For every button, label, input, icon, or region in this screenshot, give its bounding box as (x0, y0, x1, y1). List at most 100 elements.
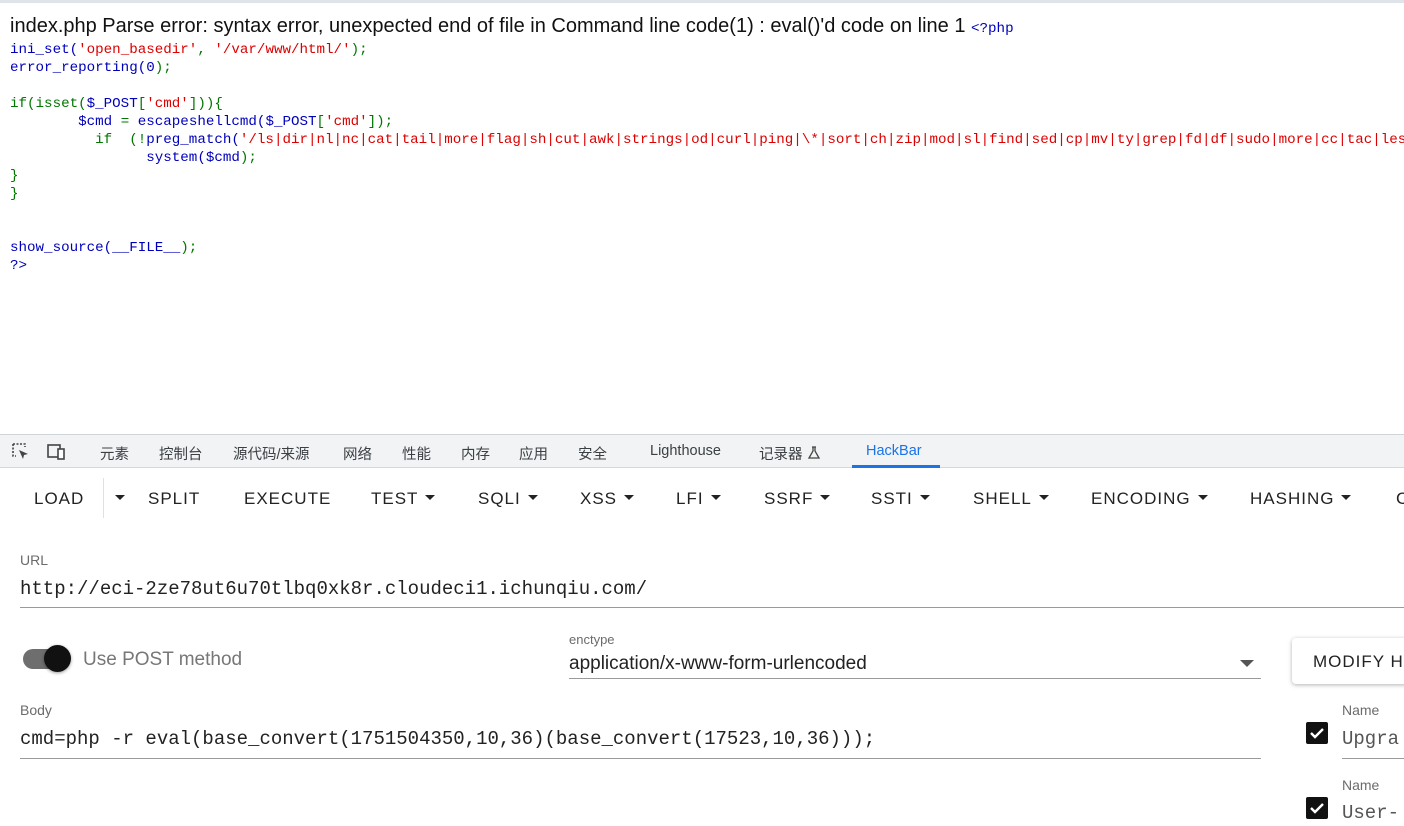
modify-header-button[interactable]: MODIFY H (1292, 638, 1404, 684)
devtools-panel: 元素 控制台 源代码/来源 网络 性能 内存 应用 安全 Lighthouse … (0, 434, 1404, 826)
post-method-label: Use POST method (83, 649, 243, 670)
tab-sources[interactable]: 源代码/来源 (233, 443, 310, 464)
header-2-name-label: Name (1342, 777, 1380, 793)
code-brace: } (10, 168, 19, 184)
chevron-down-icon (115, 495, 125, 501)
code-if-isset: if(isset( (10, 96, 87, 112)
chevron-down-icon (527, 495, 538, 501)
code-regex-string: '/ls|dir|nl|nc|cat|tail|more|flag|sh|cut… (239, 132, 1404, 148)
active-tab-indicator (852, 465, 940, 468)
tab-recorder-label: 记录器 (759, 447, 803, 463)
load-button[interactable]: LOAD (34, 489, 84, 509)
url-input[interactable]: http://eci-2ze78ut6u70tlbq0xk8r.cloudeci… (20, 578, 647, 600)
chevron-down-icon (1038, 495, 1049, 501)
code-error-reporting: error_reporting( (10, 60, 147, 76)
php-error-line: index.php Parse error: syntax error, une… (10, 15, 1014, 38)
tab-security[interactable]: 安全 (578, 443, 607, 464)
code-if: if (! (95, 132, 147, 148)
ssrf-menu-button[interactable]: SSRF (764, 489, 831, 509)
xss-menu-button[interactable]: XSS (580, 489, 635, 509)
enctype-label: enctype (569, 632, 615, 647)
lfi-label: LFI (676, 489, 704, 508)
code-punct: ); (180, 240, 198, 256)
code-punct: ); (239, 150, 257, 166)
header-2-checkbox[interactable] (1306, 797, 1328, 819)
sqli-label: SQLI (478, 489, 521, 508)
code-string: 'cmd' (325, 114, 368, 130)
tab-lighthouse[interactable]: Lighthouse (650, 443, 721, 459)
sqli-menu-button[interactable]: SQLI (478, 489, 538, 509)
code-punct: ]); (367, 114, 394, 130)
code-number: 0 (146, 60, 155, 76)
tab-hackbar[interactable]: HackBar (866, 443, 922, 459)
code-punct: = (112, 114, 138, 130)
chevron-down-icon (820, 495, 831, 501)
code-string: 'open_basedir' (78, 42, 198, 58)
chevron-down-icon (425, 495, 436, 501)
test-menu-button[interactable]: TEST (371, 489, 436, 509)
body-input[interactable]: cmd=php -r eval(base_convert(1751504350,… (20, 728, 875, 750)
ssti-menu-button[interactable]: SSTI (871, 489, 930, 509)
tab-console[interactable]: 控制台 (159, 443, 203, 464)
dropdown-arrow-icon[interactable] (1240, 660, 1254, 667)
code-preg-match: preg_match( (146, 132, 240, 148)
tab-elements[interactable]: 元素 (100, 443, 129, 464)
xss-label: XSS (580, 489, 618, 508)
code-brace: } (10, 186, 19, 202)
code-punct: ); (154, 60, 172, 76)
chevron-down-icon (919, 495, 930, 501)
php-open-tag: <?php (971, 21, 1014, 37)
shell-label: SHELL (973, 489, 1032, 508)
code-variable: $_POST (86, 96, 138, 112)
inspect-element-icon[interactable] (11, 442, 31, 462)
hashing-menu-button[interactable]: HASHING (1250, 489, 1352, 509)
shell-menu-button[interactable]: SHELL (973, 489, 1049, 509)
hashing-label: HASHING (1250, 489, 1335, 508)
code-variable: $cmd (78, 114, 113, 130)
code-variable: $_POST (265, 114, 317, 130)
split-button[interactable]: SPLIT (148, 489, 200, 509)
body-underline (20, 758, 1261, 759)
chevron-down-icon (624, 495, 635, 501)
execute-button[interactable]: EXECUTE (244, 489, 331, 509)
checkmark-icon (1310, 728, 1324, 739)
code-string: '/var/www/html/' (214, 42, 351, 58)
url-underline (20, 607, 1404, 608)
header-2-name-input[interactable]: User- (1342, 802, 1399, 824)
code-variable: $cmd (205, 150, 240, 166)
tab-recorder[interactable]: 记录器 (759, 443, 821, 464)
lfi-menu-button[interactable]: LFI (676, 489, 721, 509)
truncated-menu-button[interactable]: C (1396, 489, 1404, 509)
ssti-label: SSTI (871, 489, 913, 508)
chevron-down-icon (1197, 495, 1208, 501)
tab-network[interactable]: 网络 (343, 443, 372, 464)
device-toolbar-icon[interactable] (46, 442, 66, 462)
code-string: 'cmd' (146, 96, 189, 112)
body-label: Body (20, 702, 52, 718)
load-options-button[interactable] (108, 489, 125, 509)
encoding-menu-button[interactable]: ENCODING (1091, 489, 1208, 509)
post-method-toggle-knob[interactable] (44, 645, 71, 672)
header-1-checkbox[interactable] (1306, 722, 1328, 744)
url-label: URL (20, 552, 49, 568)
tab-performance[interactable]: 性能 (402, 443, 431, 464)
code-punct: ); (350, 42, 368, 58)
enctype-underline (569, 678, 1261, 679)
code-punct: ])){ (188, 96, 223, 112)
hackbar-toolbar: LOAD SPLIT EXECUTE TEST SQLI XSS LFI SSR… (0, 470, 1404, 524)
toolbar-divider (103, 478, 104, 518)
tab-application[interactable]: 应用 (519, 443, 548, 464)
php-close-tag: ?> (10, 258, 28, 274)
header-1-underline (1342, 758, 1404, 759)
parse-error-text: index.php Parse error: syntax error, une… (10, 15, 966, 37)
test-label: TEST (371, 489, 419, 508)
code-punct: [ (137, 96, 147, 112)
ssrf-label: SSRF (764, 489, 814, 508)
devtools-tabbar: 元素 控制台 源代码/来源 网络 性能 内存 应用 安全 Lighthouse … (0, 434, 1404, 468)
enctype-select[interactable]: application/x-www-form-urlencoded (569, 653, 867, 675)
tab-memory[interactable]: 内存 (461, 443, 490, 464)
flask-icon (807, 446, 820, 459)
page-content: index.php Parse error: syntax error, une… (0, 3, 1404, 434)
code-ini-set: ini_set( (10, 42, 79, 58)
header-1-name-input[interactable]: Upgra (1342, 728, 1399, 750)
